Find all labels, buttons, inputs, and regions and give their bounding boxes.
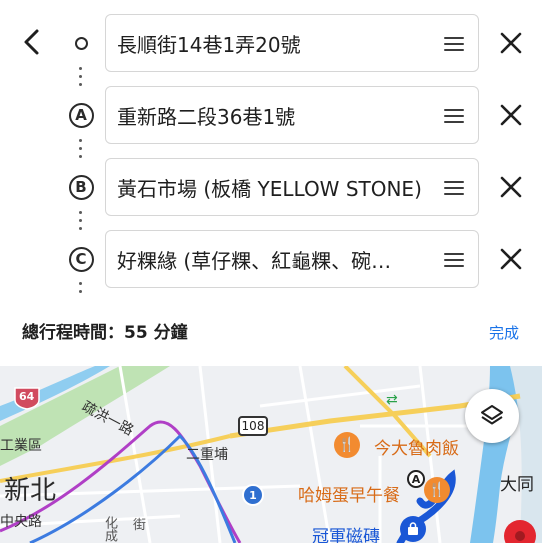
shopping-bag-icon[interactable] — [400, 516, 426, 542]
stop-field-text[interactable]: 長順街14巷1弄20號 — [117, 15, 434, 71]
directions-panel: 長順街14巷1弄20號 A 重新路二段36巷1號 B 黃石市場 (板橋 YELL… — [0, 0, 542, 366]
stop-field-b[interactable]: 黃石市場 (板橋 YELLOW STONE) — [105, 158, 479, 216]
map-view[interactable]: 64 108 1 疏洪一路 二重埔 工業區 新北 中央路 化成 街 ⇄ 🍴 今大… — [0, 366, 542, 543]
drag-handle-icon[interactable] — [444, 37, 464, 51]
route-dots — [79, 211, 83, 235]
drag-handle-icon[interactable] — [444, 109, 464, 123]
done-button[interactable]: 完成 — [489, 322, 519, 343]
route-dots — [79, 139, 83, 163]
map-label-guanjun[interactable]: 冠軍磁磚 — [312, 522, 380, 543]
route-marker-a[interactable]: A — [407, 470, 425, 488]
stop-field-text[interactable]: 好粿緣 (草仔粿、紅龜粿、碗… — [117, 231, 434, 287]
map-label-datong: 大同 — [500, 475, 534, 495]
stop-marker-b: B — [65, 171, 97, 203]
remove-stop-icon[interactable] — [497, 173, 525, 201]
map-label-huacheng: 化成 — [102, 516, 117, 542]
map-base — [0, 366, 542, 543]
stop-marker-a: A — [65, 99, 97, 131]
map-label-industrial: 工業區 — [0, 438, 42, 454]
metro-station-icon: ⇄ — [386, 392, 398, 408]
restaurant-icon[interactable]: 🍴 — [334, 432, 360, 458]
route-dots — [79, 282, 83, 298]
stop-field-origin[interactable]: 長順街14巷1弄20號 — [105, 14, 479, 72]
restaurant-icon[interactable]: 🍴 — [424, 477, 450, 503]
back-arrow-icon[interactable] — [18, 28, 46, 56]
remove-stop-icon[interactable] — [497, 101, 525, 129]
stop-field-text[interactable]: 重新路二段36巷1號 — [117, 87, 434, 143]
remove-stop-icon[interactable] — [497, 29, 525, 57]
origin-marker-icon — [65, 27, 97, 59]
remove-stop-icon[interactable] — [497, 245, 525, 273]
route-shield-64: 64 — [14, 386, 40, 414]
total-trip-time: 總行程時間：55 分鐘 — [22, 323, 188, 343]
map-label-hamu[interactable]: 哈姆蛋早午餐 — [298, 481, 400, 506]
drag-handle-icon[interactable] — [444, 181, 464, 195]
map-label-erchongpu: 二重埔 — [186, 447, 228, 463]
route-shield-1: 1 — [242, 484, 264, 506]
stop-field-text[interactable]: 黃石市場 (板橋 YELLOW STONE) — [117, 159, 434, 215]
stop-marker-c: C — [65, 243, 97, 275]
layers-icon — [481, 405, 503, 425]
map-label-xinbei: 新北 — [4, 476, 57, 506]
map-label-street: 街 — [133, 518, 147, 533]
stop-field-c[interactable]: 好粿緣 (草仔粿、紅龜粿、碗… — [105, 230, 479, 288]
map-label-jintai[interactable]: 今大魯肉飯 — [374, 434, 459, 459]
drag-handle-icon[interactable] — [444, 253, 464, 267]
stop-field-a[interactable]: 重新路二段36巷1號 — [105, 86, 479, 144]
map-label-zhongyang: 中央路 — [0, 514, 42, 530]
route-dots — [79, 67, 83, 91]
map-layers-button[interactable] — [465, 389, 519, 443]
route-shield-108: 108 — [238, 416, 268, 436]
